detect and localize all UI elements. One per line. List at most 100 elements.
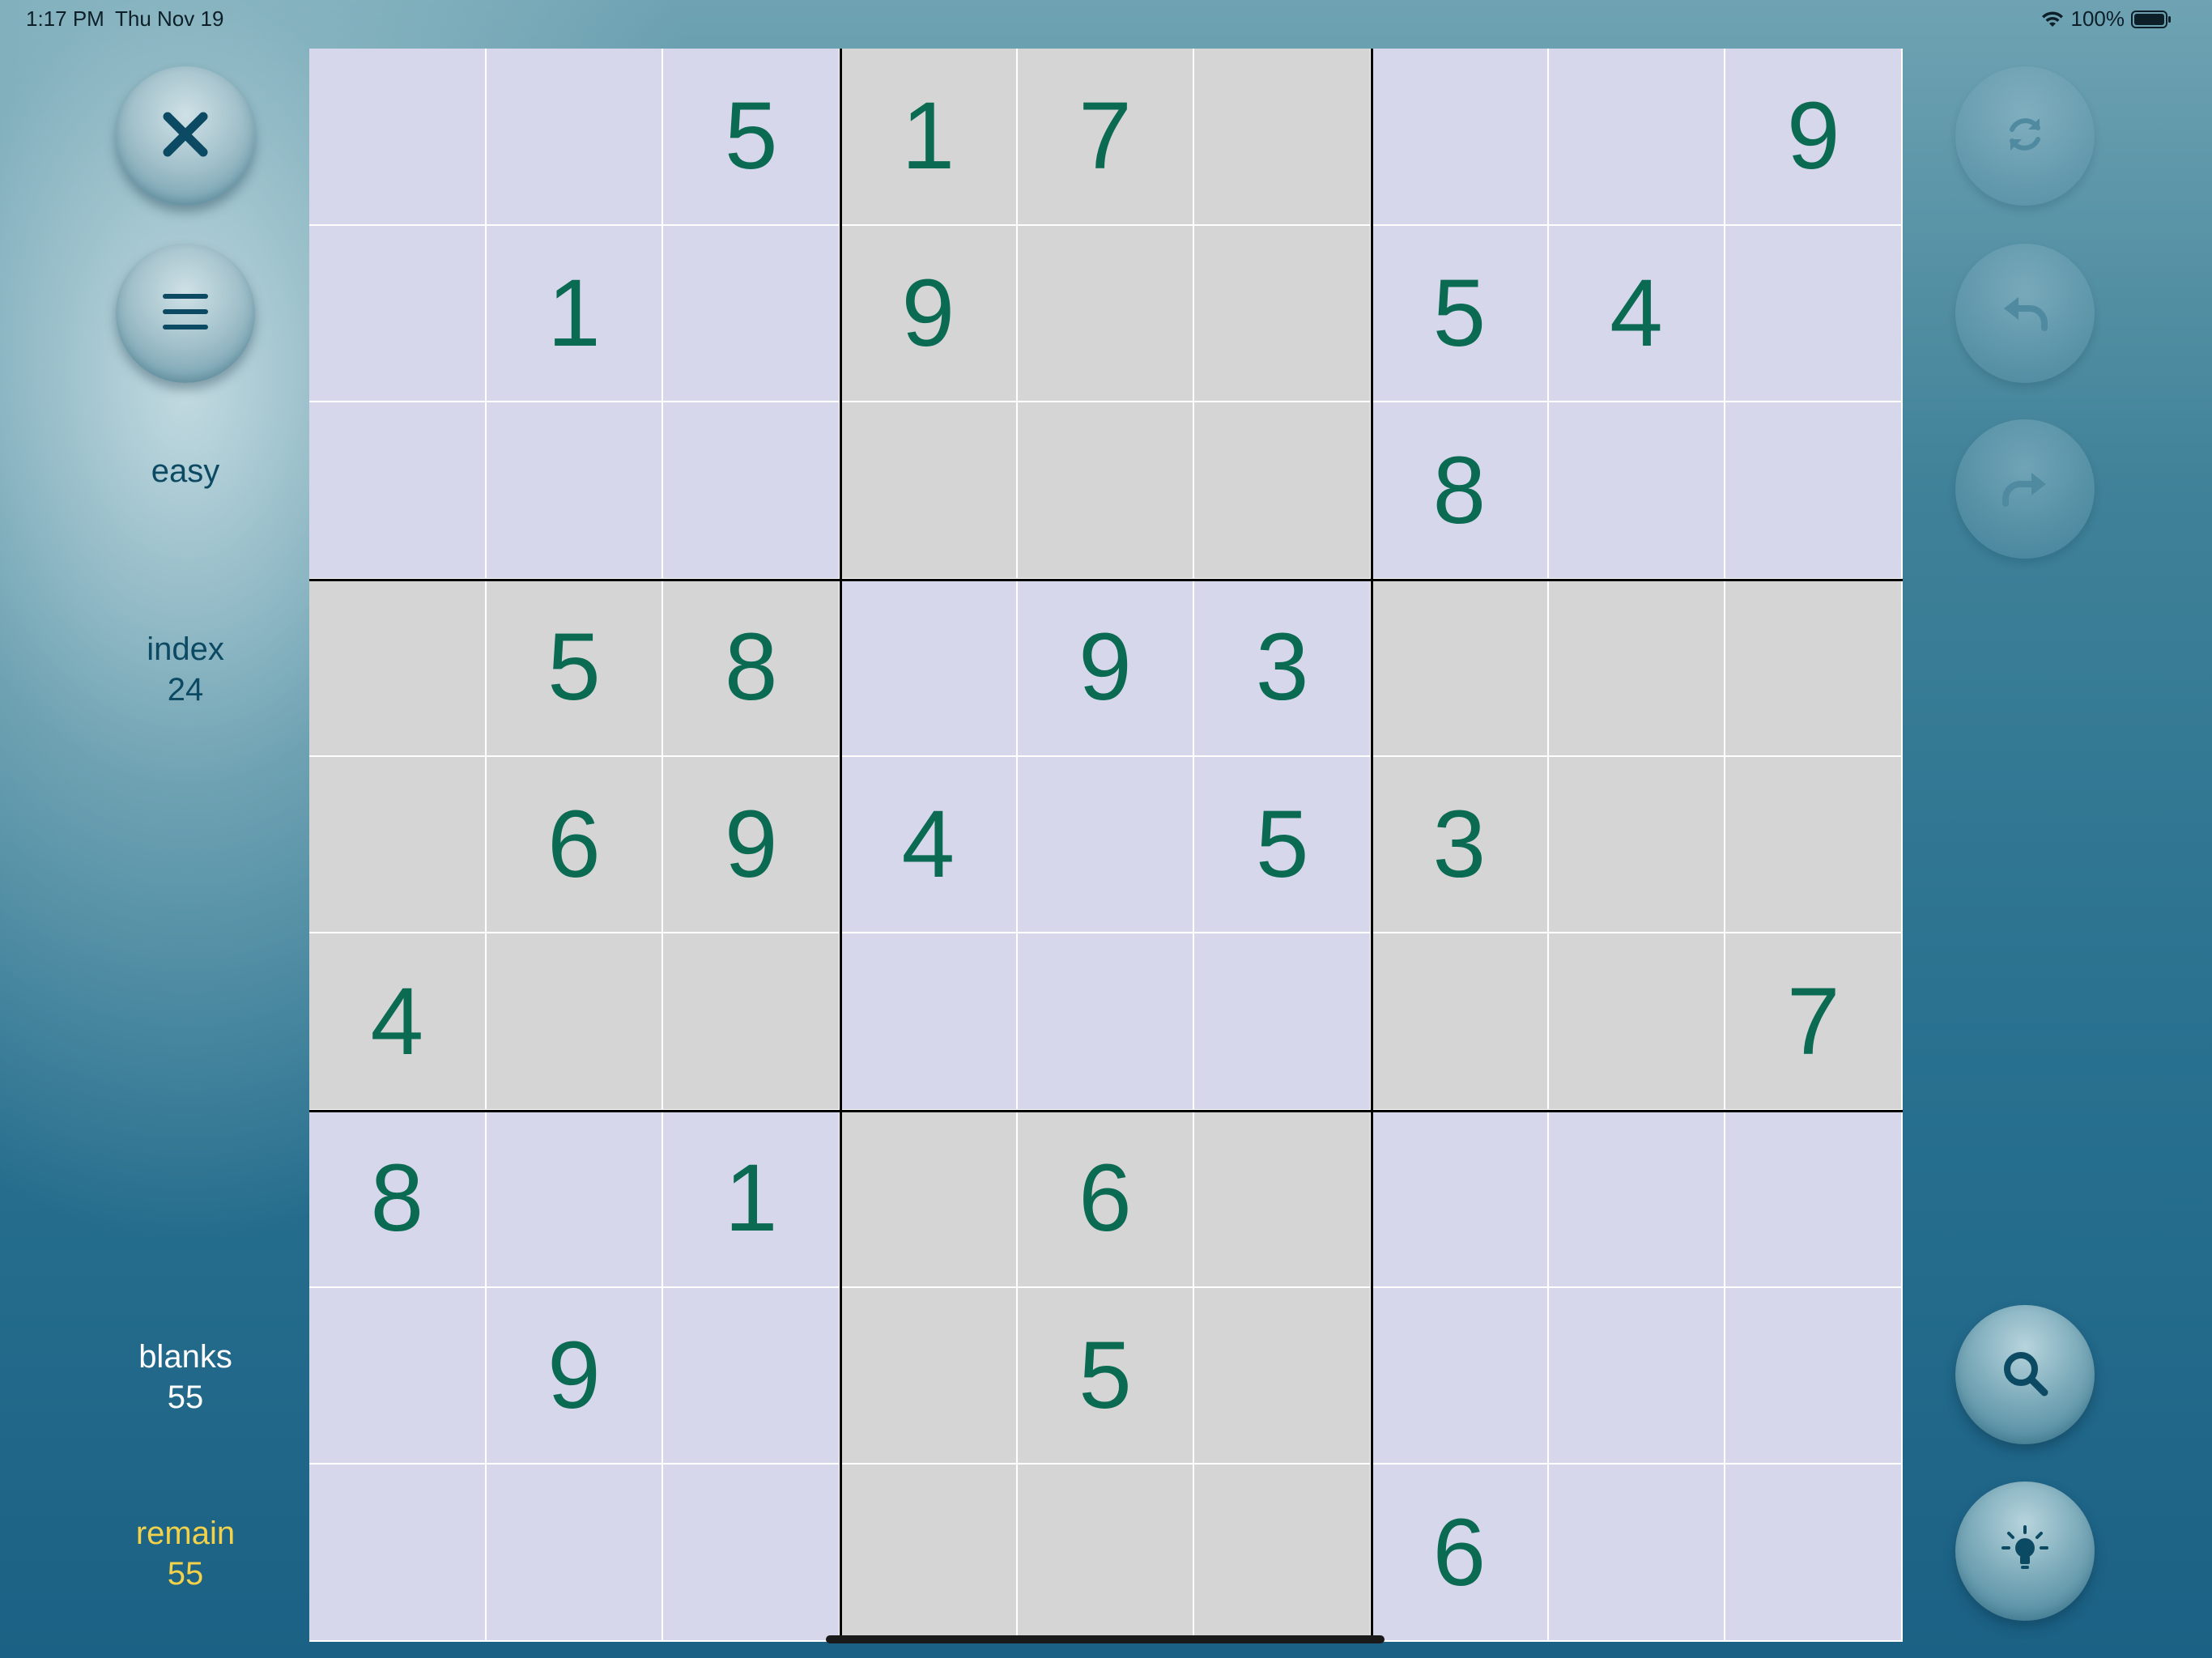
box-divider-horizontal [309,578,1903,581]
sudoku-cell[interactable]: 7 [1725,933,1903,1111]
sudoku-cell[interactable] [1194,49,1372,226]
sudoku-cell[interactable] [840,580,1018,757]
sudoku-cell[interactable] [486,49,664,226]
sudoku-cell[interactable]: 1 [663,1111,840,1288]
sudoku-cell[interactable] [663,1465,840,1642]
sudoku-cell[interactable]: 5 [486,580,664,757]
refresh-button[interactable] [1955,66,2095,206]
status-bar: 1:17 PM Thu Nov 19 100% [0,0,2212,37]
sudoku-cell[interactable] [1725,756,1903,934]
sudoku-cell[interactable] [1017,225,1195,403]
sudoku-cell[interactable] [309,225,487,403]
sudoku-cell[interactable] [1194,1287,1372,1465]
sudoku-cell[interactable] [1372,1111,1549,1288]
redo-button[interactable] [1955,419,2095,559]
sudoku-cell[interactable] [1194,1111,1372,1288]
sudoku-cell[interactable] [1017,1465,1195,1642]
sudoku-cell[interactable] [309,580,487,757]
sudoku-cell[interactable] [1725,402,1903,580]
sudoku-cell[interactable] [663,1287,840,1465]
sudoku-cell[interactable] [1372,49,1549,226]
sudoku-cell[interactable] [1725,1465,1903,1642]
close-button[interactable] [116,66,255,206]
refresh-icon [2002,112,2048,161]
sudoku-cell[interactable]: 9 [840,225,1018,403]
sudoku-cell[interactable]: 9 [663,756,840,934]
sudoku-cell[interactable] [1017,402,1195,580]
sudoku-cell[interactable] [1548,756,1726,934]
sudoku-cell[interactable]: 3 [1194,580,1372,757]
sudoku-cell[interactable] [486,933,664,1111]
sudoku-cell[interactable] [1548,49,1726,226]
sudoku-cell[interactable]: 5 [663,49,840,226]
sudoku-cell[interactable] [1725,1287,1903,1465]
sudoku-cell[interactable]: 9 [1017,580,1195,757]
sudoku-cell[interactable] [309,402,487,580]
sudoku-cell[interactable] [840,402,1018,580]
hamburger-menu-icon [160,289,211,338]
sudoku-cell[interactable]: 4 [840,756,1018,934]
sudoku-cell[interactable] [663,225,840,403]
sudoku-cell[interactable]: 4 [309,933,487,1111]
sudoku-cell[interactable] [1372,580,1549,757]
sudoku-cell[interactable] [1548,933,1726,1111]
home-indicator [826,1635,1385,1643]
sudoku-cell[interactable] [309,1287,487,1465]
index-label: index [147,631,224,667]
sudoku-cell[interactable]: 5 [1194,756,1372,934]
sudoku-cell[interactable] [840,1465,1018,1642]
sudoku-cell[interactable] [1548,580,1726,757]
sudoku-cell[interactable]: 8 [663,580,840,757]
sudoku-cell[interactable] [840,1287,1018,1465]
undo-button[interactable] [1955,244,2095,383]
sudoku-cell[interactable]: 9 [486,1287,664,1465]
sudoku-cell[interactable]: 5 [1017,1287,1195,1465]
status-indicators: 100% [2040,6,2172,32]
sudoku-cell[interactable] [1194,933,1372,1111]
sudoku-cell[interactable]: 8 [1372,402,1549,580]
sudoku-cell[interactable]: 7 [1017,49,1195,226]
sudoku-cell[interactable] [1372,933,1549,1111]
close-icon [160,108,211,164]
sudoku-cell[interactable]: 1 [840,49,1018,226]
sudoku-cell[interactable] [1725,225,1903,403]
sudoku-cell[interactable]: 4 [1548,225,1726,403]
sudoku-cell[interactable]: 9 [1725,49,1903,226]
sudoku-cell[interactable] [1194,402,1372,580]
sudoku-cell[interactable] [309,1465,487,1642]
battery-icon [2131,10,2172,29]
sudoku-cell[interactable]: 6 [486,756,664,934]
sudoku-cell[interactable]: 5 [1372,225,1549,403]
sudoku-cell[interactable] [840,933,1018,1111]
sudoku-cell[interactable] [1548,402,1726,580]
sudoku-cell[interactable] [1548,1287,1726,1465]
sudoku-cell[interactable] [309,49,487,226]
sudoku-cell[interactable] [840,1111,1018,1288]
menu-button[interactable] [116,244,255,383]
sudoku-cell[interactable] [1548,1465,1726,1642]
sudoku-cell[interactable]: 6 [1372,1465,1549,1642]
sudoku-cell[interactable] [663,402,840,580]
search-button[interactable] [1955,1305,2095,1444]
remain-value: 55 [167,1556,204,1592]
sudoku-cell[interactable] [1725,1111,1903,1288]
sudoku-cell[interactable] [1194,225,1372,403]
sudoku-cell[interactable]: 8 [309,1111,487,1288]
hint-button[interactable] [1955,1482,2095,1621]
battery-percent: 100% [2070,6,2125,31]
sudoku-cell[interactable] [1194,1465,1372,1642]
sudoku-cell[interactable] [486,1111,664,1288]
sudoku-cell[interactable]: 6 [1017,1111,1195,1288]
sudoku-cell[interactable] [309,756,487,934]
lightbulb-icon [1999,1524,2051,1579]
sudoku-cell[interactable] [486,1465,664,1642]
sudoku-cell[interactable] [1017,756,1195,934]
sudoku-cell[interactable] [1548,1111,1726,1288]
sudoku-cell[interactable] [486,402,664,580]
sudoku-cell[interactable] [1017,933,1195,1111]
sudoku-cell[interactable]: 3 [1372,756,1549,934]
sudoku-cell[interactable]: 1 [486,225,664,403]
sudoku-cell[interactable] [1725,580,1903,757]
sudoku-cell[interactable] [1372,1287,1549,1465]
sudoku-cell[interactable] [663,933,840,1111]
